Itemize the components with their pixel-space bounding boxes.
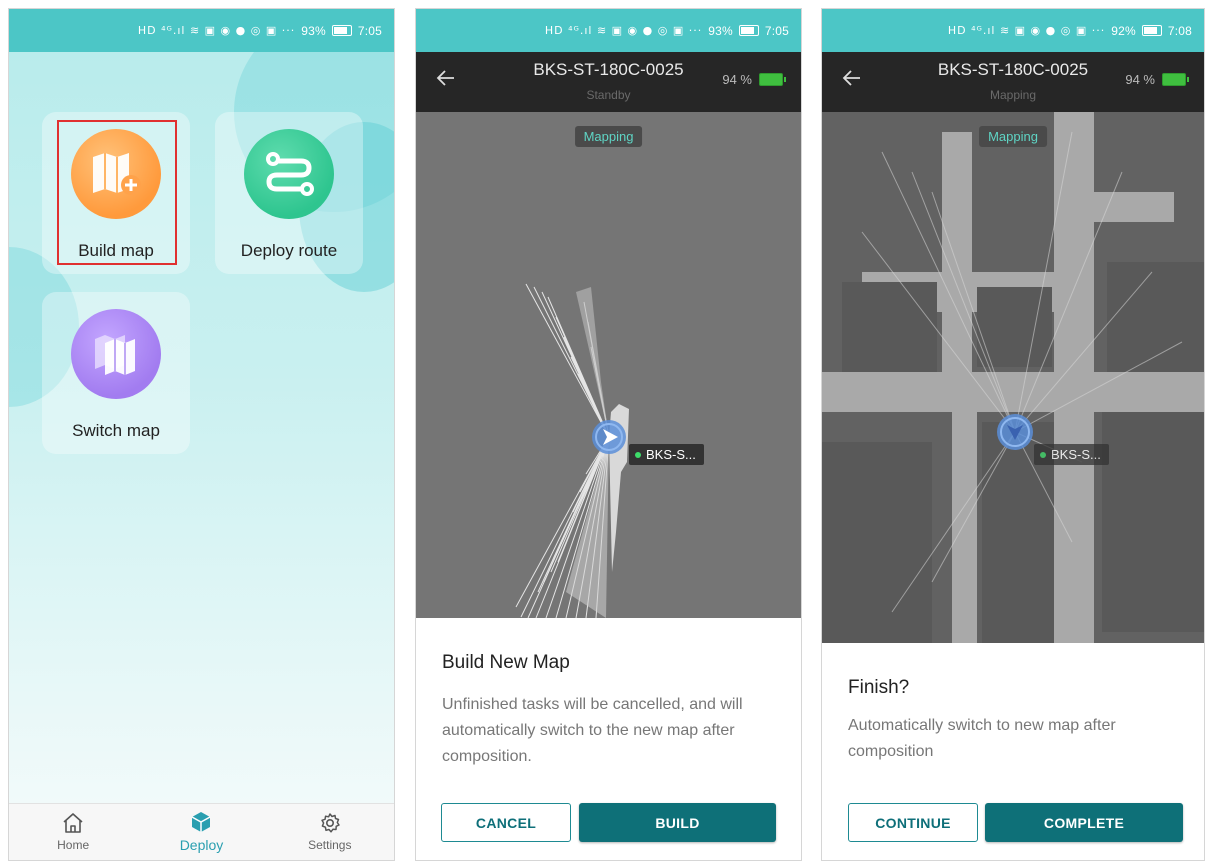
robot-tag-text: BKS-S... bbox=[1051, 447, 1101, 462]
robot-header: BKS-ST-180C-0025 Mapping 94 % bbox=[822, 52, 1204, 112]
map-view[interactable]: Mapping BKS-S... bbox=[416, 112, 801, 618]
route-icon bbox=[244, 129, 334, 219]
map-switch-icon bbox=[71, 309, 161, 399]
battery-icon bbox=[1141, 25, 1162, 36]
lidar-scan bbox=[515, 283, 629, 618]
bottom-tab-bar: Home Deploy Settings bbox=[9, 803, 394, 860]
build-dialog: Build New Map Unfinished tasks will be c… bbox=[416, 618, 801, 860]
robot-battery-value: 94 % bbox=[722, 72, 752, 87]
robot-battery: 94 % bbox=[1125, 72, 1189, 87]
robot-tag: BKS-S... bbox=[629, 444, 704, 465]
robot-battery: 94 % bbox=[722, 72, 786, 87]
status-bar: HD ⁴ᴳ.ıl ≋ ▣ ◉ ● ◎ ▣ ··· 93% 7:05 bbox=[9, 9, 394, 52]
online-dot bbox=[635, 451, 641, 458]
switch-map-label: Switch map bbox=[72, 421, 160, 440]
status-icons: HD ⁴ᴳ.ıl ≋ ▣ ◉ ● ◎ ▣ ··· bbox=[137, 24, 296, 37]
occupancy-map bbox=[822, 112, 1204, 643]
deploy-cube-icon bbox=[192, 812, 211, 832]
tab-deploy[interactable]: Deploy bbox=[156, 811, 246, 853]
deploy-background: Build map Deploy route Switch map bbox=[9, 52, 394, 860]
dialog-title: Finish? bbox=[848, 677, 910, 698]
finish-map-screen: HD ⁴ᴳ.ıl ≋ ▣ ◉ ● ◎ ▣ ··· 92% 7:08 BKS-ST… bbox=[821, 8, 1205, 861]
robot-header: BKS-ST-180C-0025 Standby 94 % bbox=[416, 52, 801, 112]
battery-icon bbox=[738, 25, 759, 36]
map-view[interactable]: Mapping BKS-S... bbox=[822, 112, 1204, 643]
gear-icon bbox=[321, 813, 340, 833]
tab-settings[interactable]: Settings bbox=[285, 812, 375, 852]
battery-percent: 93% bbox=[708, 23, 733, 38]
highlight-box bbox=[57, 120, 177, 265]
build-button[interactable]: BUILD bbox=[579, 803, 776, 842]
online-dot bbox=[1040, 451, 1046, 458]
deploy-route-label: Deploy route bbox=[240, 241, 338, 260]
robot-battery-value: 94 % bbox=[1125, 72, 1155, 87]
deploy-route-tile[interactable]: Deploy route bbox=[215, 112, 363, 274]
dialog-title: Build New Map bbox=[442, 652, 570, 673]
robot-tag-text: BKS-S... bbox=[646, 447, 696, 462]
dialog-text: Unfinished tasks will be cancelled, and … bbox=[442, 696, 743, 765]
build-map-screen: HD ⁴ᴳ.ıl ≋ ▣ ◉ ● ◎ ▣ ··· 93% 7:05 BKS-ST… bbox=[415, 8, 802, 861]
status-icons: HD ⁴ᴳ.ıl ≋ ▣ ◉ ● ◎ ▣ ··· bbox=[544, 24, 703, 37]
status-icons: HD ⁴ᴳ.ıl ≋ ▣ ◉ ● ◎ ▣ ··· bbox=[947, 24, 1106, 37]
battery-percent: 93% bbox=[301, 23, 326, 38]
continue-button[interactable]: CONTINUE bbox=[848, 803, 978, 842]
cancel-button[interactable]: CANCEL bbox=[441, 803, 571, 842]
finish-dialog: Finish? Automatically switch to new map … bbox=[822, 643, 1204, 860]
battery-icon bbox=[331, 25, 352, 36]
status-bar: HD ⁴ᴳ.ıl ≋ ▣ ◉ ● ◎ ▣ ··· 93% 7:05 bbox=[416, 9, 801, 52]
switch-map-tile[interactable]: Switch map bbox=[42, 292, 190, 454]
tab-deploy-label: Deploy bbox=[179, 837, 224, 853]
battery-icon bbox=[759, 73, 786, 86]
deploy-screen: HD ⁴ᴳ.ıl ≋ ▣ ◉ ● ◎ ▣ ··· 93% 7:05 Build … bbox=[8, 8, 395, 861]
clock: 7:08 bbox=[1167, 23, 1192, 38]
status-bar: HD ⁴ᴳ.ıl ≋ ▣ ◉ ● ◎ ▣ ··· 92% 7:08 bbox=[822, 9, 1204, 52]
tab-settings-label: Settings bbox=[308, 838, 352, 852]
tab-home[interactable]: Home bbox=[28, 812, 118, 852]
dialog-text: Automatically switch to new map after co… bbox=[848, 717, 1116, 760]
tab-home-label: Home bbox=[57, 838, 90, 852]
home-icon bbox=[63, 813, 83, 833]
robot-status: Mapping bbox=[989, 88, 1037, 102]
robot-tag: BKS-S... bbox=[1034, 444, 1109, 465]
complete-button[interactable]: COMPLETE bbox=[985, 803, 1183, 842]
clock: 7:05 bbox=[357, 23, 382, 38]
robot-status: Standby bbox=[586, 88, 631, 102]
clock: 7:05 bbox=[764, 23, 789, 38]
battery-icon bbox=[1162, 73, 1189, 86]
mapping-chip: Mapping bbox=[979, 126, 1047, 147]
battery-percent: 92% bbox=[1111, 23, 1136, 38]
